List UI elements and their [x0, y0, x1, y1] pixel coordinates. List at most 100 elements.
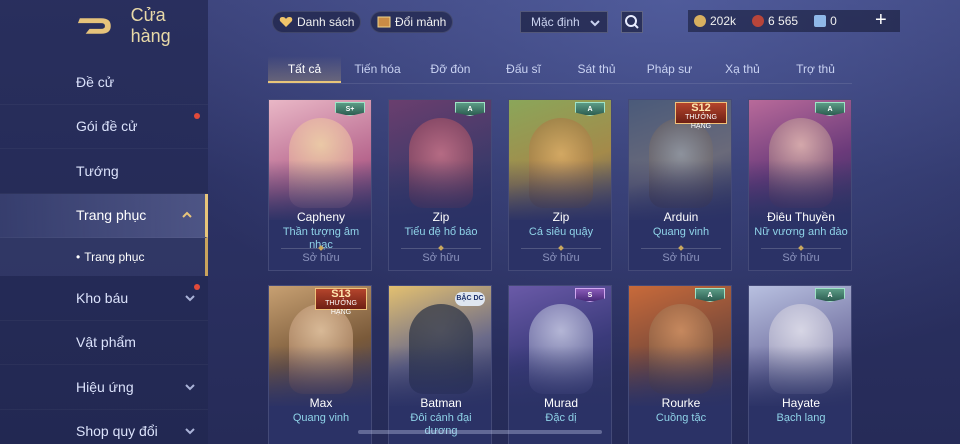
- add-currency-button[interactable]: +: [875, 10, 887, 30]
- sidebar-item-effects[interactable]: Hiệu ứng: [0, 365, 208, 410]
- hero-name: Rourke: [661, 396, 701, 410]
- exchange-button[interactable]: Đổi mảnh: [370, 11, 454, 33]
- skin-name: Đôi cánh đại dương: [410, 412, 472, 437]
- rank-season: S12: [691, 102, 711, 114]
- skin-card[interactable]: BẬC DC Batman Đôi cánh đại dương: [388, 285, 492, 444]
- category-tabs: Tất cả Tiến hóa Đỡ đòn Đấu sĩ Sát thủ Ph…: [268, 56, 852, 84]
- sidebar-item-label: Vật phẩm: [76, 334, 136, 351]
- card-divider: [761, 248, 841, 249]
- rank-label: THƯỞNG HẠNG: [685, 114, 717, 130]
- card-divider: [641, 248, 721, 249]
- tab-evolution[interactable]: Tiến hóa: [341, 56, 414, 83]
- tab-support[interactable]: Trợ thủ: [779, 56, 852, 83]
- chevron-down-icon: [185, 295, 195, 302]
- search-icon: [625, 15, 639, 29]
- sidebar-subitem-label: Trang phục: [84, 250, 145, 264]
- sidebar-item-label: Trang phục: [76, 207, 147, 224]
- chevron-down-icon: [185, 428, 195, 435]
- currency-bar: 202k 6 565 0: [688, 10, 900, 32]
- store-header: Cửa hàng: [76, 5, 208, 46]
- sort-value: Mặc định: [531, 15, 580, 29]
- hero-name: Zip: [552, 210, 570, 224]
- tab-mage[interactable]: Pháp sư: [633, 56, 706, 83]
- sort-dropdown[interactable]: Mặc định: [520, 11, 608, 33]
- skin-name: Đặc dị: [545, 412, 577, 424]
- gold-coin-icon: [694, 15, 706, 27]
- skin-name: Tiểu đệ hổ báo: [404, 226, 478, 238]
- skin-name: Cuồng tặc: [655, 412, 707, 424]
- sidebar-item-label: Đề cử: [76, 73, 115, 90]
- sidebar-item-recommended[interactable]: Đề cử: [0, 60, 208, 105]
- sidebar-item-exchange-shop[interactable]: Shop quy đổi: [0, 410, 208, 444]
- tab-marksman[interactable]: Xạ thủ: [706, 56, 779, 83]
- list-button[interactable]: Danh sách: [272, 11, 362, 33]
- skin-card[interactable]: A Zip Cá siêu quậy Sở hữu: [508, 99, 612, 271]
- list-button-label: Danh sách: [297, 15, 355, 29]
- skin-name: Nữ vương anh đào: [754, 226, 848, 238]
- ownership-status: Sở hữu: [542, 252, 580, 264]
- skin-card[interactable]: A Điêu Thuyền Nữ vương anh đào Sở hữu: [748, 99, 852, 271]
- coin-balance: 202k: [694, 14, 736, 28]
- ownership-status: Sở hữu: [302, 252, 340, 264]
- skin-name: Quang vinh: [652, 226, 710, 238]
- tab-assassin[interactable]: Sát thủ: [560, 56, 633, 83]
- hero-name: Batman: [420, 396, 462, 410]
- voucher-icon: [814, 15, 827, 27]
- scroll-indicator[interactable]: [358, 430, 602, 434]
- skin-card[interactable]: S12 THƯỞNG HẠNG Arduin Quang vinh Sở hữu: [628, 99, 732, 271]
- skin-card[interactable]: A Zip Tiểu đệ hổ báo Sở hữu: [388, 99, 492, 271]
- hero-name: Zip: [432, 210, 450, 224]
- sidebar-item-items[interactable]: Vật phẩm: [0, 321, 208, 365]
- skin-card[interactable]: S+ Capheny Thần tượng âm nhạc Sở hữu: [268, 99, 372, 271]
- sidebar-item-label: Gói đề cử: [76, 118, 138, 135]
- sidebar-item-skins[interactable]: Trang phục: [0, 193, 208, 238]
- chevron-up-icon: [182, 211, 192, 218]
- sidebar-item-heroes[interactable]: Tướng: [0, 149, 208, 194]
- ownership-status: Sở hữu: [662, 252, 700, 264]
- card-divider: [281, 248, 361, 249]
- skin-card[interactable]: A Hayate Bạch lang: [748, 285, 852, 444]
- hero-name: Arduin: [663, 210, 699, 224]
- sidebar-subitem-skins[interactable]: • Trang phục: [0, 238, 208, 276]
- ownership-status: Sở hữu: [782, 252, 820, 264]
- hero-name: Điêu Thuyền: [767, 210, 835, 224]
- search-button[interactable]: [621, 11, 643, 33]
- tab-tank[interactable]: Đỡ đòn: [414, 56, 487, 83]
- sidebar-item-bundles[interactable]: Gói đề cử: [0, 105, 208, 149]
- sidebar-item-label: Tướng: [76, 162, 119, 179]
- bullet-icon: •: [76, 250, 81, 264]
- coin-value: 202k: [710, 14, 737, 28]
- shards-icon: [377, 16, 391, 28]
- back-logo-icon[interactable]: [76, 15, 115, 37]
- sidebar-item-label: Hiệu ứng: [76, 378, 134, 395]
- rank-badge: S13 THƯỞNG HẠNG: [315, 288, 367, 316]
- gem-value: 6 565: [768, 14, 799, 28]
- voucher-balance: 0: [814, 14, 837, 28]
- exchange-button-label: Đổi mảnh: [395, 15, 447, 29]
- card-divider: [401, 248, 481, 249]
- hero-name: Capheny: [296, 210, 346, 224]
- rank-badge: S12 THƯỞNG HẠNG: [675, 102, 727, 130]
- dc-badge: BẬC DC: [455, 292, 485, 306]
- sidebar-item-treasure[interactable]: Kho báu: [0, 276, 208, 321]
- skin-card[interactable]: A Rourke Cuồng tặc: [628, 285, 732, 444]
- notification-dot: [194, 284, 200, 290]
- skin-name: Cá siêu quậy: [528, 226, 594, 238]
- rank-season: S13: [331, 288, 351, 300]
- voucher-value: 0: [830, 14, 837, 28]
- sidebar-item-label: Kho báu: [76, 289, 129, 306]
- skin-name: Bạch lang: [776, 412, 826, 424]
- notification-dot: [194, 112, 200, 119]
- page-title: Cửa hàng: [130, 5, 171, 46]
- rank-label: THƯỞNG HẠNG: [325, 300, 357, 316]
- skin-card[interactable]: S Murad Đặc dị: [508, 285, 612, 444]
- tab-fighter[interactable]: Đấu sĩ: [487, 56, 560, 83]
- skin-card[interactable]: S13 THƯỞNG HẠNG Max Quang vinh: [268, 285, 372, 444]
- sidebar: Cửa hàng Đề cử Gói đề cử Tướng Trang phụ…: [0, 0, 208, 444]
- ownership-status: Sở hữu: [422, 252, 460, 264]
- skin-name: Quang vinh: [292, 412, 350, 424]
- hero-name: Hayate: [781, 396, 821, 410]
- sidebar-nav: Đề cử Gói đề cử Tướng Trang phục • Trang …: [0, 60, 208, 444]
- tab-all[interactable]: Tất cả: [268, 56, 341, 83]
- chevron-down-icon: [590, 20, 600, 27]
